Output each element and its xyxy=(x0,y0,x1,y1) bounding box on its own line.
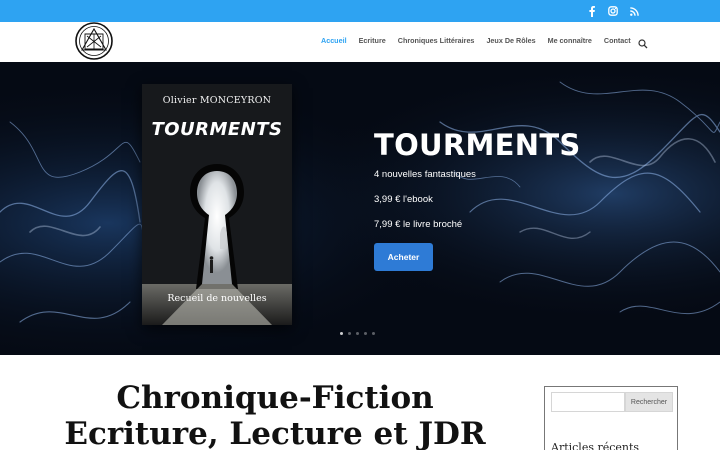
site-heading-line2: Ecriture, Lecture et JDR xyxy=(64,416,486,450)
slide-paperback-price: 7,99 € le livre broché xyxy=(374,219,463,230)
book-subtitle: Recueil de nouvelles xyxy=(167,293,267,304)
nav-item-ecriture[interactable]: Ecriture xyxy=(359,36,386,45)
book-author: Olivier MONCEYRON xyxy=(162,95,272,106)
social-links xyxy=(586,4,640,18)
slider-dot[interactable] xyxy=(372,332,375,335)
slider-dot[interactable] xyxy=(356,332,359,335)
nav-item-jeux-de-roles[interactable]: Jeux De Rôles xyxy=(486,36,535,45)
slide-title: TOURMENTS xyxy=(374,128,581,162)
nav-item-accueil[interactable]: Accueil xyxy=(321,36,347,45)
search-icon[interactable] xyxy=(638,36,648,49)
nav-item-contact[interactable]: Contact xyxy=(604,36,631,45)
site-heading-line1: Chronique-Fiction xyxy=(116,380,434,416)
slide-ebook-price: 3,99 € l'ebook xyxy=(374,194,433,205)
nav-item-me-connaitre[interactable]: Me connaître xyxy=(548,36,592,45)
slider-pagination xyxy=(340,332,375,335)
site-logo[interactable] xyxy=(73,22,115,62)
main-nav: Accueil Ecriture Chroniques Littéraires … xyxy=(321,36,643,45)
site-header: Accueil Ecriture Chroniques Littéraires … xyxy=(0,22,720,62)
site-heading: Chronique-Fiction Ecriture, Lecture et J… xyxy=(60,380,490,450)
slider-dot[interactable] xyxy=(348,332,351,335)
search-input[interactable] xyxy=(551,392,625,412)
book-cover[interactable]: Olivier MONCEYRON TOURMENTS Recueil de n… xyxy=(142,84,292,325)
facebook-icon[interactable] xyxy=(586,4,598,18)
slider-dot[interactable] xyxy=(364,332,367,335)
nav-item-chroniques[interactable]: Chroniques Littéraires xyxy=(398,36,475,45)
buy-button[interactable]: Acheter xyxy=(374,243,433,271)
smoke-background xyxy=(0,62,720,355)
slider-dot[interactable] xyxy=(340,332,343,335)
instagram-icon[interactable] xyxy=(607,4,619,18)
slide-description: 4 nouvelles fantastiques xyxy=(374,169,476,180)
rss-icon[interactable] xyxy=(628,4,640,18)
search-button[interactable]: Rechercher xyxy=(625,392,673,412)
recent-posts-title: Articles récents xyxy=(551,441,640,450)
book-title: TOURMENTS xyxy=(151,119,283,140)
top-bar xyxy=(0,0,720,22)
hero-slider: Olivier MONCEYRON TOURMENTS Recueil de n… xyxy=(0,62,720,355)
sidebar-widget: Rechercher Articles récents xyxy=(544,386,678,450)
